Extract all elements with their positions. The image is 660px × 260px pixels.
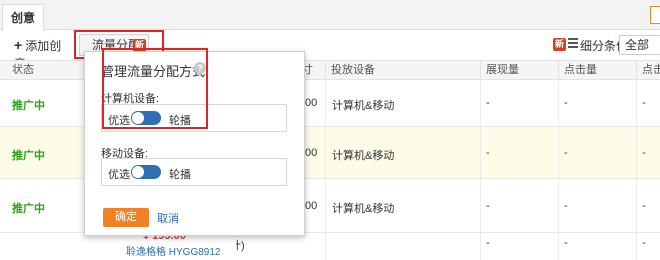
row-clicks: - xyxy=(564,237,568,249)
list-icon xyxy=(568,38,578,50)
row-status: 推广中 xyxy=(12,203,45,215)
column-status[interactable]: 状态 xyxy=(0,61,34,80)
column-device[interactable]: 投放设备 xyxy=(325,61,375,80)
row-device: 计算机&移动 xyxy=(332,203,395,215)
row-device: 计算机&移动 xyxy=(332,100,395,112)
row-ctr: - xyxy=(642,200,646,212)
row-ctr: - xyxy=(642,237,646,249)
tab-creative[interactable]: 创意 xyxy=(2,4,44,31)
row-status: 推广中 xyxy=(12,100,45,112)
popup-options-highlight xyxy=(102,48,208,129)
row-device: 计算机&移动 xyxy=(332,150,395,162)
plus-icon: + xyxy=(14,37,23,53)
mobile-option-box: 优选 轮播 xyxy=(101,158,287,186)
product-info: ¥ 195.00 聆逸格格 HYGG8912 xyxy=(88,230,236,260)
column-clicks[interactable]: 点击量 xyxy=(558,61,597,80)
tab-strip-edge-button[interactable] xyxy=(650,6,660,24)
product-name-link[interactable]: 聆逸格格 HYGG8912 xyxy=(126,243,220,258)
row-ctr: - xyxy=(642,147,646,159)
row-impressions: - xyxy=(486,237,490,249)
row-clicks: - xyxy=(564,200,568,212)
filter-new-badge: 新 xyxy=(553,38,566,51)
mobile-rotate-label: 轮播 xyxy=(169,169,191,181)
mobile-rotation-toggle[interactable] xyxy=(131,165,161,179)
row-impressions: - xyxy=(486,147,490,159)
mobile-preferred-label: 优选 xyxy=(108,169,130,181)
confirm-button[interactable]: 确定 xyxy=(103,208,149,227)
tab-strip xyxy=(0,0,660,30)
add-creative-button[interactable]: +添加创意 xyxy=(14,36,72,71)
toggle-knob xyxy=(132,166,144,178)
row-impressions: - xyxy=(486,97,490,109)
filter-select[interactable]: 全部 xyxy=(619,35,660,55)
row-ctr: - xyxy=(642,97,646,109)
row-clicks: - xyxy=(564,97,568,109)
column-ctr[interactable]: 点击 xyxy=(636,61,660,80)
row-clicks: - xyxy=(564,147,568,159)
column-impressions[interactable]: 展现量 xyxy=(480,61,519,80)
row-status: 推广中 xyxy=(12,150,45,162)
cancel-button[interactable]: 取消 xyxy=(157,210,179,226)
row-impressions: - xyxy=(486,200,490,212)
